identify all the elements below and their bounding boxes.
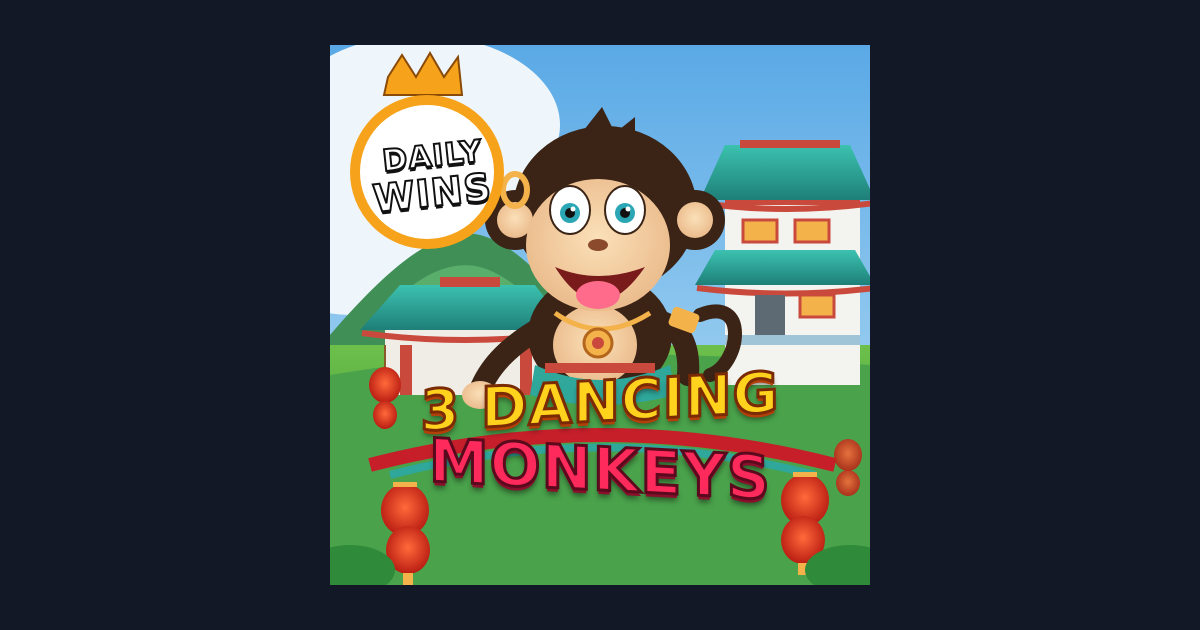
page-backdrop: DAILY WINS 3 DANCING MONKEYS [0, 0, 1200, 630]
game-thumbnail-card[interactable]: DAILY WINS 3 DANCING MONKEYS [330, 45, 870, 585]
daily-wins-label: DAILY WINS [350, 47, 515, 247]
